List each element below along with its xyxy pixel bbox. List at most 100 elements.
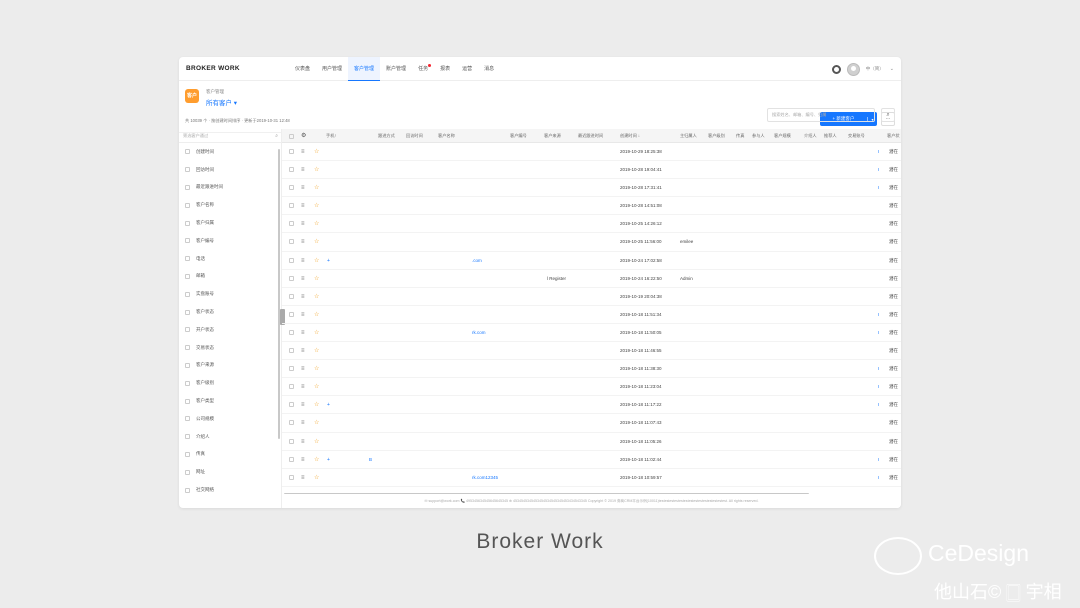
favorite-star-icon[interactable]: ☆ (314, 360, 319, 378)
row-menu-icon[interactable]: ≡ (301, 233, 305, 251)
filter-field-item[interactable]: 交易状态 (179, 339, 281, 357)
filter-checkbox[interactable] (185, 469, 190, 475)
table-row[interactable]: ≡ ☆ 2019-10-28 19:04:41 ı 潜在 (282, 161, 901, 180)
table-row[interactable]: ≡ ☆ + .com 2019-10-24 17:02:58 潜在 (282, 252, 901, 270)
chevron-down-icon[interactable]: ⌄ (890, 66, 894, 72)
filter-field-item[interactable]: 客户名称 (179, 196, 281, 214)
favorite-star-icon[interactable]: ☆ (314, 451, 319, 469)
row-menu-icon[interactable]: ≡ (301, 451, 305, 469)
row-checkbox[interactable] (289, 149, 294, 154)
filter-checkbox[interactable] (185, 167, 190, 173)
expand-plus-icon[interactable]: + (327, 396, 330, 414)
filter-checkbox[interactable] (185, 149, 190, 155)
filter-field-item[interactable]: 客户编号 (179, 232, 281, 250)
filter-field-item[interactable]: 公司规模 (179, 410, 281, 428)
table-row[interactable]: ≡ ☆ 2019-10-19 20:04:38 潜在 (282, 288, 901, 306)
filter-checkbox[interactable] (185, 398, 190, 404)
filter-checkbox[interactable] (185, 487, 190, 493)
row-menu-icon[interactable]: ≡ (301, 342, 305, 360)
row-menu-icon[interactable]: ≡ (301, 433, 305, 451)
user-avatar[interactable] (846, 62, 860, 76)
column-header[interactable]: 创建时间 ↓ (620, 129, 640, 143)
row-menu-icon[interactable]: ≡ (301, 143, 305, 161)
row-checkbox[interactable] (289, 384, 294, 390)
row-checkbox[interactable] (289, 293, 294, 299)
favorite-star-icon[interactable]: ☆ (314, 342, 319, 360)
filter-checkbox[interactable] (185, 256, 190, 262)
filter-checkbox[interactable] (185, 345, 190, 351)
filter-checkbox[interactable] (185, 380, 190, 386)
favorite-star-icon[interactable]: ☆ (314, 324, 319, 342)
row-checkbox[interactable] (289, 402, 294, 408)
nav-item-2[interactable]: 客户管理 (348, 57, 381, 81)
favorite-star-icon[interactable]: ☆ (314, 197, 319, 215)
column-header[interactable]: 推荐人 (824, 129, 837, 143)
table-row[interactable]: ≡ ☆ 2019-10-25 11:56:00 emilee 潜在 (282, 233, 901, 252)
nav-item-4[interactable]: 任务 (412, 57, 434, 81)
row-checkbox[interactable] (289, 221, 294, 227)
table-row[interactable]: ≡ ☆ 2019-10-18 11:51:34 ı 潜在 (282, 306, 901, 324)
favorite-star-icon[interactable]: ☆ (314, 288, 319, 306)
filter-field-item[interactable]: 客户状态 (179, 303, 281, 321)
column-header[interactable]: 参与人 (752, 129, 765, 143)
filter-field-item[interactable]: 客户归属 (179, 214, 281, 232)
filter-checkbox[interactable] (185, 327, 190, 333)
filter-field-item[interactable]: 开户状态 (179, 321, 281, 339)
settings-gear-icon[interactable] (831, 64, 841, 74)
table-row[interactable]: ≡ ☆ 2019-10-18 11:38:30 ı 潜在 (282, 360, 901, 379)
filter-field-item[interactable]: 社交网络 (179, 481, 281, 499)
column-header[interactable]: 传真 (736, 129, 744, 143)
table-row[interactable]: ≡ ☆ 2019-10-18 11:05:26 潜在 (282, 433, 901, 451)
row-checkbox[interactable] (289, 329, 294, 335)
row-checkbox[interactable] (289, 239, 294, 245)
row-checkbox[interactable] (289, 474, 294, 480)
filter-field-item[interactable]: 邮箱 (179, 268, 281, 286)
customer-search-input[interactable]: 搜索姓名、邮箱、编号、归属 (767, 108, 875, 122)
column-header[interactable]: 客户状 (887, 129, 900, 143)
row-checkbox[interactable] (289, 366, 294, 372)
column-header[interactable]: 最近跟进时间 (578, 129, 603, 143)
row-checkbox[interactable] (289, 203, 294, 209)
filter-field-item[interactable]: 介绍人 (179, 428, 281, 446)
filter-checkbox[interactable] (185, 202, 190, 208)
filter-field-item[interactable]: 客户级别 (179, 374, 281, 392)
filter-field-item[interactable]: 客户类型 (179, 392, 281, 410)
row-checkbox[interactable] (289, 185, 294, 191)
favorite-star-icon[interactable]: ☆ (314, 252, 319, 270)
row-menu-icon[interactable]: ≡ (301, 324, 305, 342)
filter-checkbox[interactable] (185, 416, 190, 422)
favorite-star-icon[interactable]: ☆ (314, 161, 319, 179)
row-checkbox[interactable] (289, 456, 294, 462)
row-checkbox[interactable] (289, 311, 294, 317)
language-selector[interactable]: 中（简） (866, 66, 884, 72)
filter-checkbox[interactable] (185, 434, 190, 440)
filter-checkbox[interactable] (185, 362, 190, 368)
row-menu-icon[interactable]: ≡ (301, 360, 305, 378)
expand-plus-icon[interactable]: + (327, 451, 330, 469)
row-checkbox[interactable] (289, 275, 294, 281)
column-settings-icon[interactable]: ⚙ (301, 129, 306, 143)
table-row[interactable]: ≡ ☆ 2019-10-28 14:51:08 潜在 (282, 197, 901, 216)
row-menu-icon[interactable]: ≡ (301, 197, 305, 215)
table-row[interactable]: ≡ ☆ l Register 2019-10-24 16:22:50 Admin 潜在 (282, 270, 901, 288)
row-menu-icon[interactable]: ≡ (301, 270, 305, 288)
nav-item-0[interactable]: 仪表盘 (289, 57, 316, 81)
filter-checkbox[interactable] (185, 184, 190, 190)
column-header[interactable]: 回访时间 (406, 129, 423, 143)
table-row[interactable]: ≡ ☆ +2019-10-18 11:17:22 ı 潜在 (282, 396, 901, 415)
row-menu-icon[interactable]: ≡ (301, 179, 305, 197)
search-icon[interactable]: ⌕ (275, 129, 278, 143)
row-menu-icon[interactable]: ≡ (301, 288, 305, 306)
filter-field-item[interactable]: 创建时间 (179, 143, 281, 161)
row-menu-icon[interactable]: ≡ (301, 252, 305, 270)
favorite-star-icon[interactable]: ☆ (314, 396, 319, 414)
filter-field-item[interactable]: 传真 (179, 446, 281, 464)
filter-search-input[interactable]: 筛选客户通过 ⌕ (179, 129, 281, 143)
filter-checkbox[interactable] (185, 273, 190, 279)
favorite-star-icon[interactable]: ☆ (314, 306, 319, 324)
favorite-star-icon[interactable]: ☆ (314, 469, 319, 487)
filter-field-item[interactable]: 实盘账号 (179, 285, 281, 303)
table-row[interactable]: ≡ ☆ rk.com 2019-10-18 11:50:05 ı 潜在 (282, 324, 901, 343)
search-icon[interactable]: ⌕ (881, 108, 895, 122)
customer-name-cell[interactable]: .com (472, 252, 482, 270)
